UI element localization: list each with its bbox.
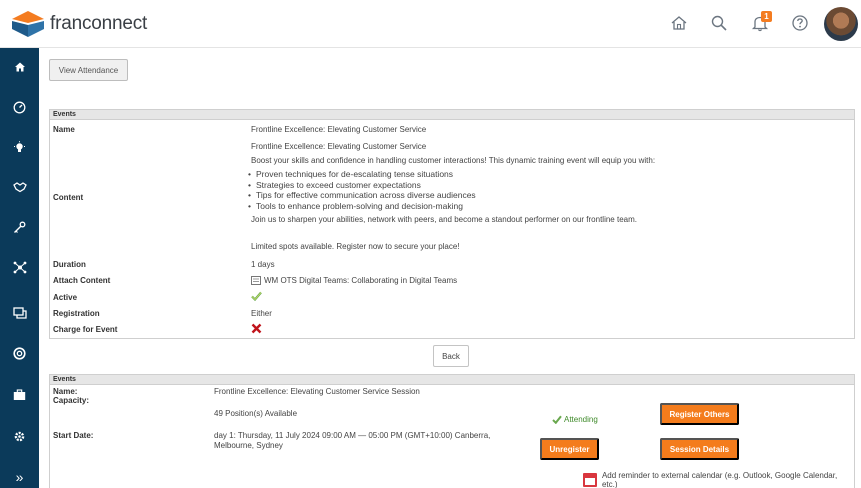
event-panel-title: Events [50,110,854,120]
registration-value: Either [251,309,272,318]
search-icon[interactable] [708,12,730,34]
session-name-value: Frontline Excellence: Elevating Customer… [214,387,420,396]
home-icon[interactable] [668,12,690,34]
top-bar: franconnect 1 [0,0,861,48]
sidebar-lightbulb-icon[interactable] [0,136,39,158]
content-title: Frontline Excellence: Elevating Customer… [251,142,427,151]
sidebar: » [0,48,39,488]
attending-status: Attending [552,415,598,424]
start-date-line-1: day 1: Thursday, 11 July 2024 09:00 AM —… [214,431,491,440]
charge-label: Charge for Event [53,325,118,334]
notification-badge: 1 [761,11,772,22]
event-details-panel: Events Name Frontline Excellence: Elevat… [49,109,855,339]
content-points-list: Proven techniques for de-escalating tens… [251,169,476,211]
sidebar-key-icon[interactable] [0,216,39,238]
back-button[interactable]: Back [433,345,469,367]
active-label: Active [53,293,78,302]
capacity-value: 49 Position(s) Available [214,409,298,418]
check-icon [552,415,562,424]
capacity-label: Capacity: [53,396,90,405]
sidebar-lifebuoy-icon[interactable] [0,342,39,364]
logo-mark-icon [12,11,44,37]
list-item: Proven techniques for de-escalating tens… [251,169,476,180]
sidebar-dashboard-icon[interactable] [0,96,39,118]
calendar-icon [583,473,597,487]
sidebar-handshake-icon[interactable] [0,176,39,198]
sidebar-network-icon[interactable] [0,256,39,278]
add-reminder-link[interactable]: Add reminder to external calendar (e.g. … [583,471,854,488]
help-icon[interactable] [789,12,811,34]
sidebar-chat-icon[interactable] [0,302,39,324]
registration-label: Registration [53,309,100,318]
content-join: Join us to sharpen your abilities, netwo… [251,215,637,224]
register-others-button[interactable]: Register Others [660,403,739,425]
start-date-line-2: Melbourne, Sydney [214,441,283,450]
sidebar-briefcase-icon[interactable] [0,384,39,406]
start-date-label: Start Date: [53,431,94,440]
user-avatar[interactable] [824,7,858,41]
sidebar-expand-icon[interactable]: » [0,466,39,488]
list-item: Tips for effective communication across … [251,190,476,201]
session-panel: Events Name: Frontline Excellence: Eleva… [49,374,855,488]
attach-content-value: WM OTS Digital Teams: Collaborating in D… [264,276,458,285]
document-icon [251,276,261,285]
duration-value: 1 days [251,260,275,269]
content-limited: Limited spots available. Register now to… [251,242,460,251]
logo-text: franconnect [50,13,148,34]
event-name-value: Frontline Excellence: Elevating Customer… [251,125,427,134]
franconnect-logo[interactable]: franconnect [10,8,147,40]
list-item: Strategies to exceed customer expectatio… [251,180,476,191]
unregister-button[interactable]: Unregister [540,438,599,460]
charge-cross-icon [251,323,262,336]
list-item: Tools to enhance problem-solving and dec… [251,201,476,212]
main-content: View Attendance Events Name Frontline Ex… [39,48,861,488]
session-details-button[interactable]: Session Details [660,438,739,460]
active-check-icon [251,291,262,303]
attach-content-label: Attach Content [53,276,111,285]
attach-content-link[interactable]: WM OTS Digital Teams: Collaborating in D… [251,276,457,285]
session-name-label: Name: [53,387,78,396]
session-panel-title: Events [50,375,854,385]
duration-label: Duration [53,260,86,269]
view-attendance-button[interactable]: View Attendance [49,59,128,81]
sidebar-gear-icon[interactable] [0,425,39,447]
content-label: Content [53,193,84,202]
event-name-label: Name [53,125,75,134]
sidebar-home-icon[interactable] [0,56,39,78]
content-intro: Boost your skills and confidence in hand… [251,156,656,165]
